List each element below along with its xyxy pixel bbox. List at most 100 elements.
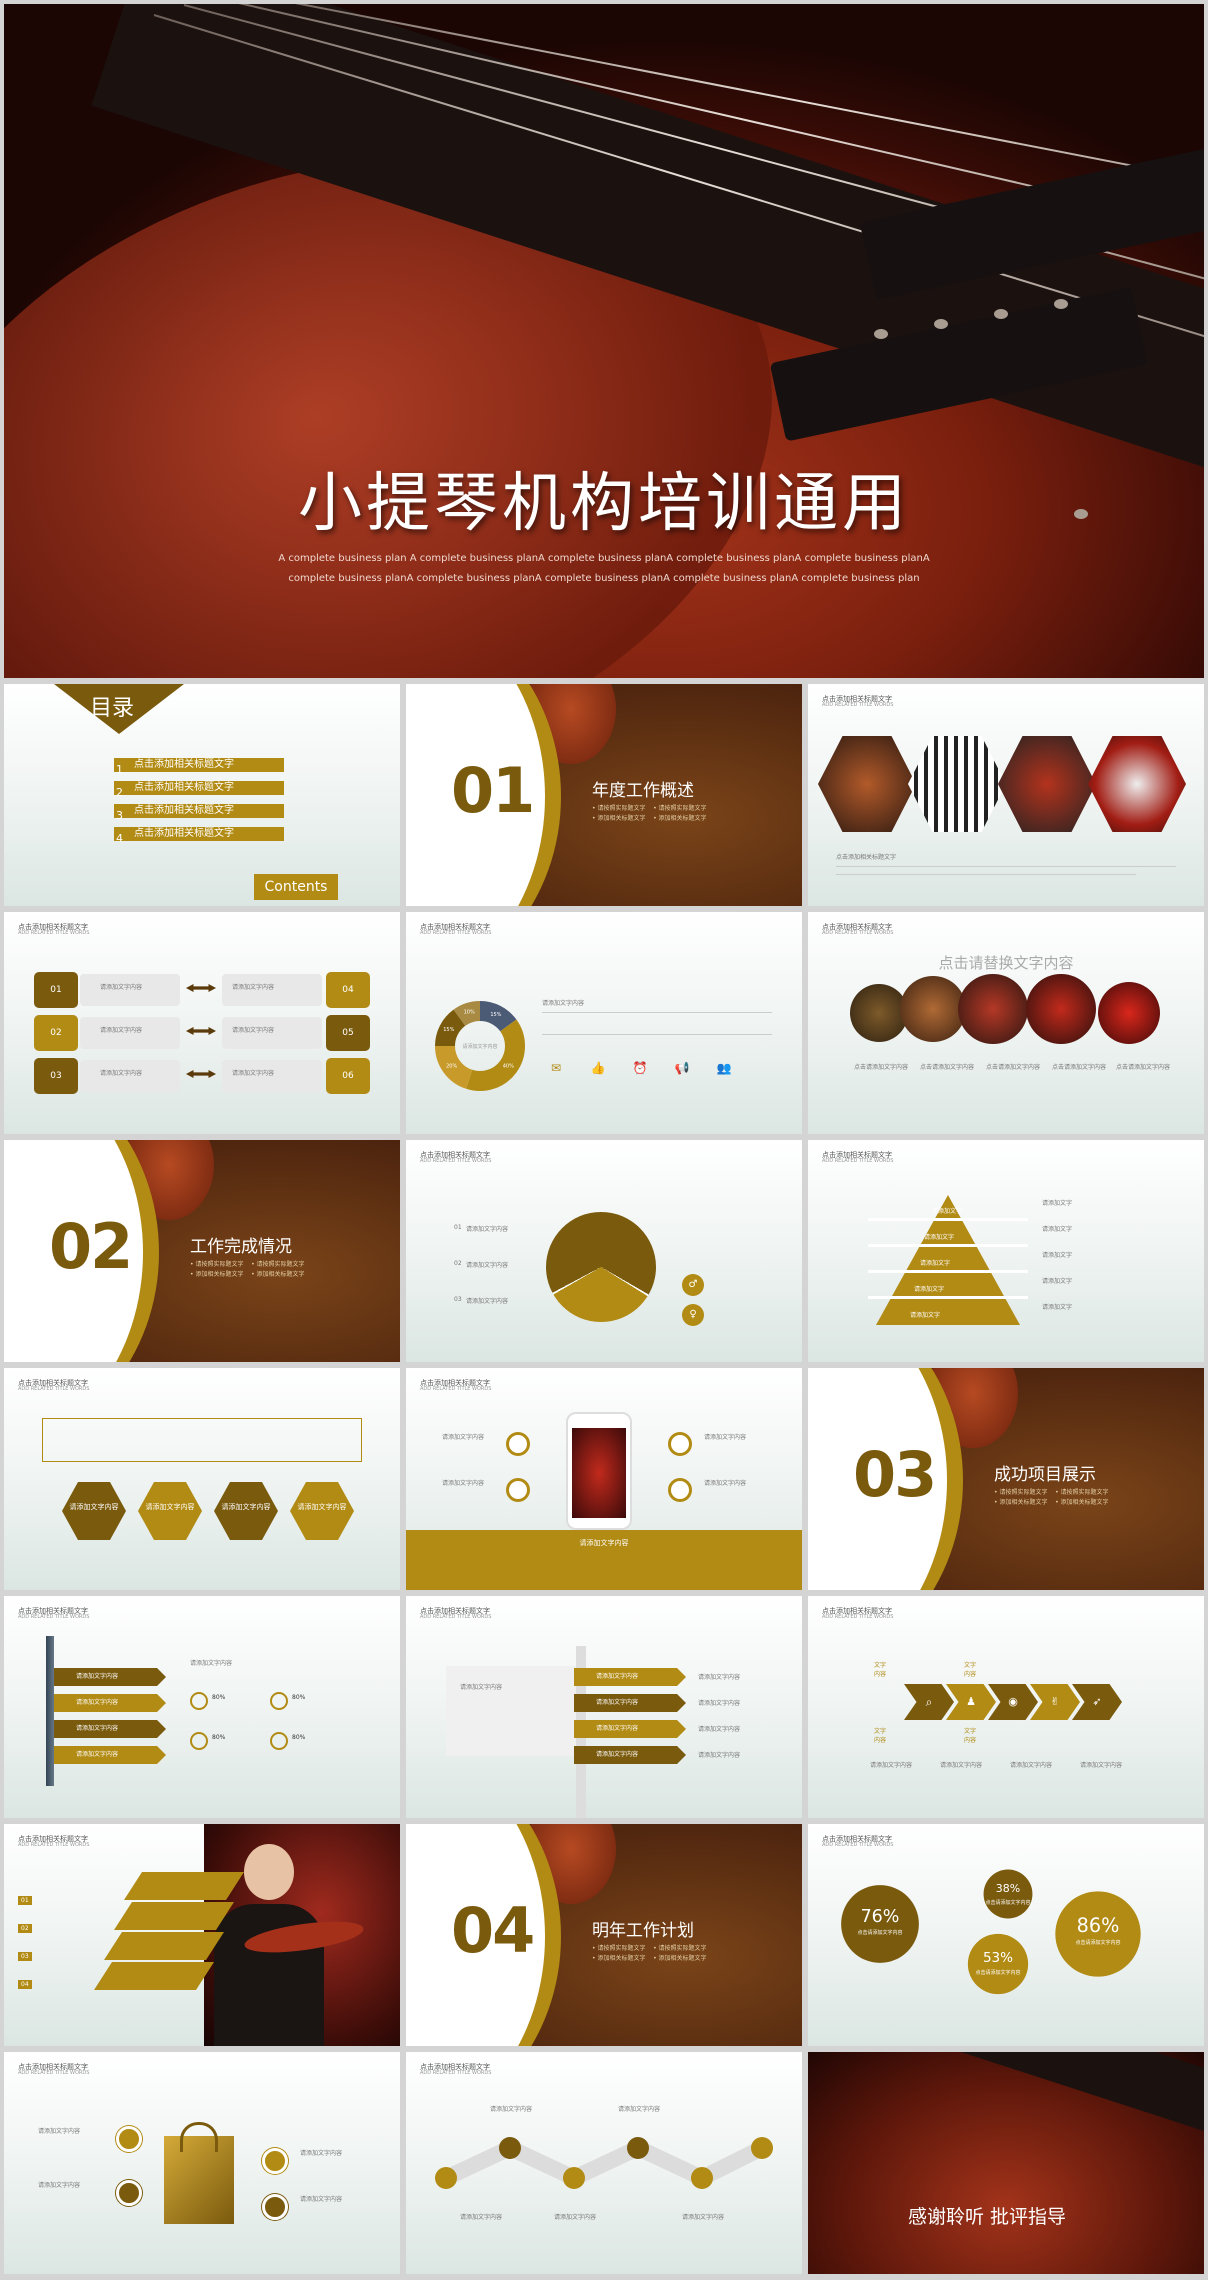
pencil: [46, 1636, 54, 1786]
section-title: 工作完成情况: [190, 1237, 292, 1257]
process-chevrons-slide[interactable]: 点击添加相关标题文字 ADD RELATED TITLE WORDS ⌕ ♟ ◉ …: [808, 1596, 1204, 1818]
caption: 点击添加相关标题文字: [836, 854, 897, 861]
sign-bar: 请添加文字内容: [574, 1720, 686, 1738]
hex-item: 请添加文字内容: [290, 1482, 354, 1540]
photo-hex: [908, 736, 1006, 832]
bubble-label: 86%: [1077, 1914, 1120, 1937]
toc-item[interactable]: 点击添加相关标题文字: [114, 804, 284, 818]
num-box: 02: [34, 1015, 78, 1051]
signpost-slide[interactable]: 点击添加相关标题文字 ADD RELATED TITLE WORDS 请添加文字内…: [406, 1596, 802, 1818]
donut-center-label: 请添加文字内容: [462, 1043, 497, 1050]
section-title: 年度工作概述: [592, 781, 694, 801]
section-sub: • 请按照实际题文字 • 请按照实际题文字 • 添加相关标题文字 • 添加相关标…: [190, 1261, 305, 1278]
toc-item[interactable]: 点击添加相关标题文字: [114, 758, 284, 772]
bubble-label: 76%: [861, 1907, 900, 1927]
donut-slice: [466, 1019, 525, 1091]
section-number: 03: [853, 1438, 937, 1511]
donut-label: 15%: [490, 1012, 501, 1018]
toc-numbers: 1234: [116, 763, 123, 845]
section-title: 成功项目展示: [994, 1465, 1096, 1485]
toc-item[interactable]: 点击添加相关标题文字: [114, 781, 284, 795]
target-icon: [668, 1432, 692, 1456]
violinist-slide[interactable]: 点击添加相关标题文字 ADD RELATED TITLE WORDS 01 02 …: [4, 1824, 400, 2046]
donut-label: 10%: [464, 1010, 475, 1016]
bubble-sublabel: 点击请添加文字内容: [975, 1969, 1020, 1976]
clock-icon: ⏰: [632, 1061, 648, 1075]
double-arrow-icon: [186, 1027, 216, 1035]
compare-slide[interactable]: 点击添加相关标题文字 ADD RELATED TITLE WORDS 01 02 …: [4, 912, 400, 1134]
ending-title: 感谢聆听 批评指导: [908, 2206, 1067, 2228]
donut-label: 15%: [443, 1027, 454, 1033]
pie-circle-slide[interactable]: 点击添加相关标题文字 ADD RELATED TITLE WORDS 01 请添加…: [406, 1140, 802, 1362]
bubble-slide[interactable]: 点击添加相关标题文字 ADD RELATED TITLE WORDS 76% 点击请…: [808, 1824, 1204, 2046]
phone-slide[interactable]: 点击添加相关标题文字 ADD RELATED TITLE WORDS 请添加文字内…: [406, 1368, 802, 1590]
sign-bar: 请添加文字内容: [574, 1694, 686, 1712]
circle-photos-slide[interactable]: 点击添加相关标题文字 ADD RELATED TITLE WORDS 点击请替换文…: [808, 912, 1204, 1134]
gear-icon: [262, 2194, 288, 2220]
section-title: 明年工作计划: [592, 1921, 694, 1941]
zigzag-path: [435, 2137, 773, 2189]
photo-hex: [998, 736, 1096, 832]
hex-item: 请添加文字内容: [214, 1482, 278, 1540]
pencil-slide[interactable]: 点击添加相关标题文字 ADD RELATED TITLE WORDS 请添加文字内…: [4, 1596, 400, 1818]
bubble-sublabel: 点击请添加文字内容: [1075, 1939, 1120, 1946]
photo-hex: [1088, 736, 1186, 832]
arrow-bar: 请添加文字内容: [54, 1746, 166, 1764]
bubble-sublabel: 点击请添加文字内容: [857, 1929, 902, 1936]
hex-item: 请添加文字内容: [62, 1482, 126, 1540]
double-arrow-icon: [186, 1070, 216, 1078]
bubble-label: 38%: [996, 1882, 1020, 1895]
pyramid-slide[interactable]: 点击添加相关标题文字 ADD RELATED TITLE WORDS 请添加文字 …: [808, 1140, 1204, 1362]
bubble-chart: 76% 点击请添加文字内容 38% 点击请添加文字内容 53% 点击请添加文字内容 86% 点…: [841, 1869, 1141, 1995]
double-arrow-icon: [186, 984, 216, 992]
bubble-sublabel: 点击请添加文字内容: [985, 1899, 1030, 1906]
lock-icon: [116, 2180, 142, 2206]
text-frame: [42, 1418, 362, 1462]
mail-icon: ✉: [550, 1061, 562, 1075]
toc-title: 目录: [90, 696, 135, 721]
section-02-slide[interactable]: 02 工作完成情况 • 请按照实际题文字 • 请按照实际题文字 • 添加相关标题…: [4, 1140, 400, 1362]
section-number: 01: [451, 754, 535, 827]
toc-item[interactable]: 点击添加相关标题文字: [114, 827, 284, 841]
section-04-slide[interactable]: 04 明年工作计划 • 请按照实际题文字 • 请按照实际题文字 • 添加相关标题…: [406, 1824, 802, 2046]
ending-slide[interactable]: 感谢聆听 批评指导: [808, 2052, 1204, 2274]
photo-hex: [818, 736, 916, 832]
bag-slide[interactable]: 点击添加相关标题文字 ADD RELATED TITLE WORDS 请添加文字内…: [4, 2052, 400, 2274]
slide-gallery: 小提琴机构培训通用 A complete business plan A com…: [0, 0, 1208, 2280]
hex-item: 请添加文字内容: [138, 1482, 202, 1540]
text-panel: [446, 1666, 576, 1756]
phone-frame: [566, 1412, 632, 1530]
cover-slide[interactable]: 小提琴机构培训通用 A complete business plan A com…: [4, 4, 1204, 678]
arrow-bar: 请添加文字内容: [54, 1720, 166, 1738]
donut-slide[interactable]: 点击添加相关标题文字 ADD RELATED TITLE WORDS 15% 40%…: [406, 912, 802, 1134]
cover-title: 小提琴机构培训通用: [298, 467, 910, 541]
section-sub: • 请按照实际题文字 • 请按照实际题文字 • 添加相关标题文字 • 添加相关标…: [994, 1489, 1109, 1506]
donut-label: 20%: [446, 1064, 457, 1070]
hexagons-slide[interactable]: 点击添加相关标题文字 ADD RELATED TITLE WORDS 请添加文字内…: [4, 1368, 400, 1590]
footer-banner: 请添加文字内容: [406, 1530, 802, 1590]
num-box: 06: [326, 1058, 370, 1094]
arrow-bar: 请添加文字内容: [54, 1668, 166, 1686]
zigzag-slide[interactable]: 点击添加相关标题文字 ADD RELATED TITLE WORDS 请添加文字内…: [406, 2052, 802, 2274]
face: [244, 1844, 294, 1900]
phone-screen: [572, 1428, 626, 1518]
section-03-slide[interactable]: 03 成功项目展示 • 请按照实际题文字 • 请按照实际题文字 • 添加相关标题…: [808, 1368, 1204, 1590]
bubble-label: 53%: [983, 1950, 1013, 1966]
num-box: 03: [34, 1058, 78, 1094]
thumbs-up-icon: 👍: [590, 1061, 606, 1075]
male-icon: ♂: [682, 1274, 704, 1296]
num-box: 05: [326, 1015, 370, 1051]
section-01-slide[interactable]: 01 年度工作概述 • 请按照实际题文字 • 请按照实际题文字 • 添加相关标题…: [406, 684, 802, 906]
search-icon: ⌕: [904, 1684, 954, 1720]
toc-slide[interactable]: 目录 点击添加相关标题文字 点击添加相关标题文字 点击添加相关标题文字 点击添加…: [4, 684, 400, 906]
compass-icon: [506, 1432, 530, 1456]
photo-hex-slide[interactable]: 点击添加相关标题文字 ADD RELATED TITLE WORDS 点击添加相…: [808, 684, 1204, 906]
segmented-circle: [546, 1212, 656, 1322]
sign-bar: 请添加文字内容: [574, 1746, 686, 1764]
arrow-bar: 请添加文字内容: [54, 1694, 166, 1712]
key-icon: [262, 2148, 288, 2174]
eye-icon: [116, 2126, 142, 2152]
female-icon: ♀: [682, 1304, 704, 1326]
sign-bar: 请添加文字内容: [574, 1668, 686, 1686]
cover-subtitle: A complete business plan A complete busi…: [278, 553, 930, 584]
